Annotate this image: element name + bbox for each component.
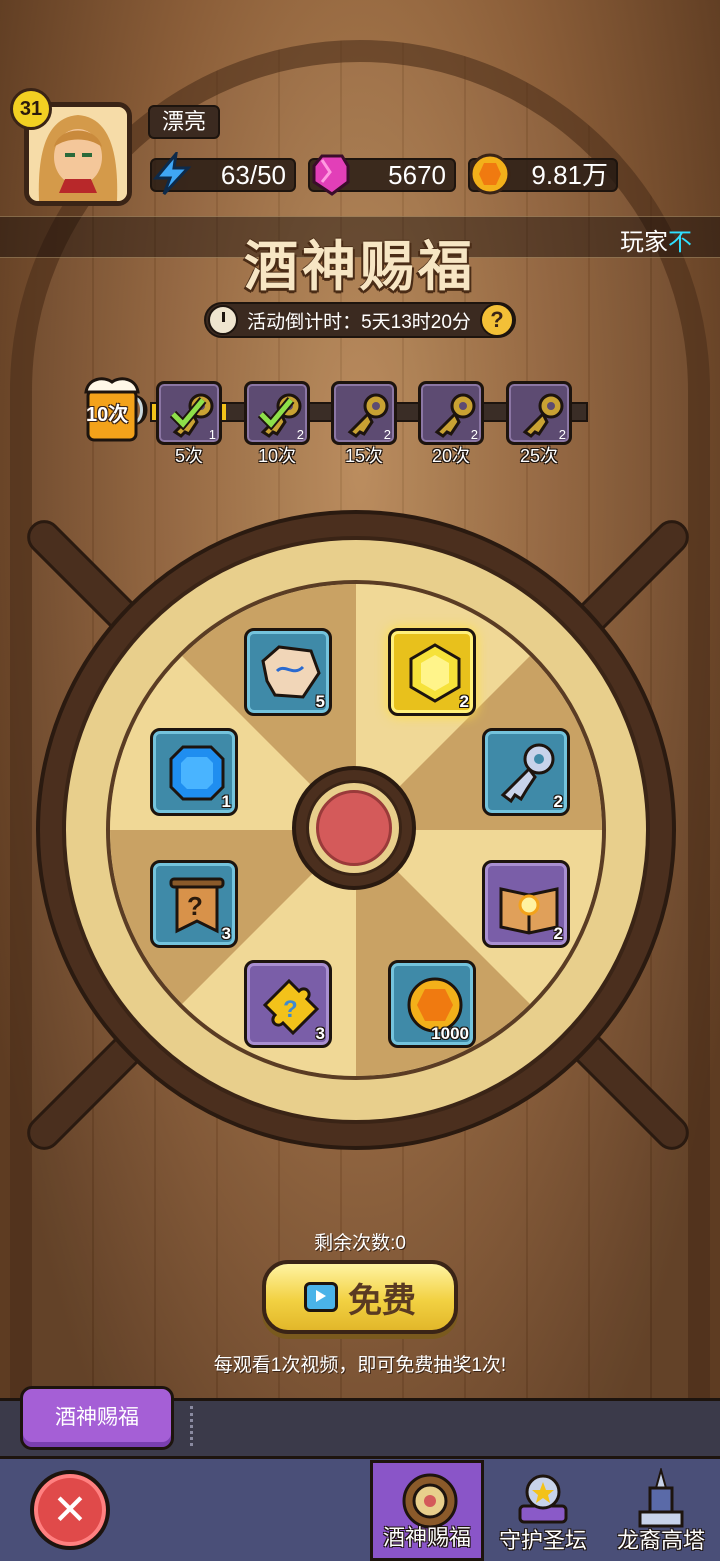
close-button[interactable]: ✕ bbox=[30, 1470, 110, 1550]
player-avatar[interactable]: 31 bbox=[10, 88, 132, 206]
nav-tab-label: 龙裔高塔 bbox=[616, 1528, 705, 1553]
free-button-label: 免费 bbox=[348, 1280, 416, 1321]
video-hint: 每观看1次视频，即可免费抽奖1次! bbox=[213, 1355, 507, 1376]
pink-gem-icon bbox=[312, 154, 350, 196]
countdown-text: 活动倒计时：5天13时20分 bbox=[247, 311, 471, 333]
gold-resource[interactable]: 9.81万 bbox=[468, 153, 618, 195]
altar-icon bbox=[518, 1474, 568, 1524]
rune-stone-icon bbox=[261, 645, 321, 699]
milestone-reward[interactable]: 2 15次 bbox=[331, 381, 397, 466]
clock-icon bbox=[208, 305, 238, 335]
milestone-count: 1 bbox=[208, 427, 216, 442]
milestone-reward[interactable]: 2 10次 bbox=[244, 381, 310, 466]
wheel-prize[interactable]: ? 3 bbox=[150, 860, 238, 948]
page-title: 酒神赐福 bbox=[244, 235, 476, 298]
player-name: 漂亮 bbox=[148, 105, 221, 139]
remaining-count: 剩余次数:0 bbox=[314, 1233, 406, 1254]
milestone-label: 10次 bbox=[257, 446, 297, 466]
level-badge: 31 bbox=[10, 88, 52, 130]
spin-button[interactable] bbox=[316, 790, 392, 866]
milestone-count: 2 bbox=[558, 427, 566, 442]
milestone-count: 2 bbox=[470, 427, 478, 442]
gold-coin-icon bbox=[469, 153, 511, 195]
wheel-prize[interactable]: 5 bbox=[244, 628, 332, 716]
divider-dots bbox=[190, 1406, 194, 1446]
beer-mug: 10次 bbox=[82, 374, 152, 446]
blue-gem-icon bbox=[169, 745, 225, 801]
svg-text:?: ? bbox=[283, 996, 298, 1023]
wheel-prize[interactable]: 2 bbox=[388, 628, 476, 716]
prize-quantity: 3 bbox=[221, 924, 231, 943]
nav-tab-label: 酒神赐福 bbox=[382, 1525, 471, 1550]
lightning-icon bbox=[152, 152, 192, 196]
magic-book-icon bbox=[499, 887, 559, 935]
milestone-reward[interactable]: 2 20次 bbox=[418, 381, 484, 466]
wheel-prize[interactable]: 2 bbox=[482, 728, 570, 816]
milestone-label: 20次 bbox=[431, 446, 471, 466]
wheel-prize[interactable]: 1 bbox=[150, 728, 238, 816]
lucky-wheel bbox=[0, 500, 720, 1180]
wheel-prize[interactable]: ? 3 bbox=[244, 960, 332, 1048]
free-spin-button[interactable]: 免费 bbox=[262, 1260, 458, 1334]
milestone-label: 25次 bbox=[519, 446, 559, 466]
milestone-reward[interactable]: 1 5次 bbox=[156, 381, 222, 466]
wheel-hub[interactable] bbox=[292, 766, 416, 890]
help-button[interactable]: ? bbox=[480, 303, 514, 337]
svg-text:?: ? bbox=[187, 891, 203, 921]
milestone-label: 5次 bbox=[174, 446, 203, 466]
milestone-reward[interactable]: 2 25次 bbox=[506, 381, 572, 466]
gold-gem-icon bbox=[409, 643, 461, 703]
nav-tab[interactable]: 守护圣坛 bbox=[486, 1460, 600, 1561]
wheel-prize[interactable]: 1000 bbox=[388, 960, 476, 1048]
nav-tab[interactable]: 龙裔高塔 bbox=[604, 1460, 718, 1561]
milestone-label: 15次 bbox=[344, 446, 384, 466]
prize-quantity: 2 bbox=[459, 692, 469, 711]
wheel-prize[interactable]: 2 bbox=[482, 860, 570, 948]
current-count-label: 10次 bbox=[86, 404, 129, 426]
nav-tab-label: 守护圣坛 bbox=[498, 1528, 587, 1553]
wheel-rim bbox=[36, 510, 676, 1150]
prize-quantity: 2 bbox=[553, 924, 563, 943]
prize-quantity: 1000 bbox=[431, 1024, 469, 1043]
subtab-wine-blessing[interactable]: 酒神赐福 bbox=[20, 1386, 174, 1450]
puzzle-piece-icon: ? bbox=[262, 978, 320, 1036]
gem-resource[interactable]: 5670 bbox=[308, 154, 456, 196]
prize-quantity: 1 bbox=[221, 792, 231, 811]
prize-quantity: 2 bbox=[553, 792, 563, 811]
prize-quantity: 5 bbox=[315, 692, 325, 711]
silver-key-icon bbox=[500, 743, 555, 804]
prize-quantity: 3 bbox=[315, 1024, 325, 1043]
countdown-pill: 活动倒计时：5天13时20分 ? bbox=[204, 302, 516, 338]
nav-tab[interactable]: 酒神赐福 bbox=[370, 1460, 484, 1561]
video-tv-icon bbox=[304, 1282, 338, 1312]
energy-resource[interactable]: 63/50 bbox=[150, 152, 296, 196]
milestone-count: 2 bbox=[296, 427, 304, 442]
mystery-scroll-icon: ? bbox=[169, 877, 225, 934]
milestone-count: 2 bbox=[383, 427, 391, 442]
tower-icon bbox=[638, 1468, 684, 1528]
